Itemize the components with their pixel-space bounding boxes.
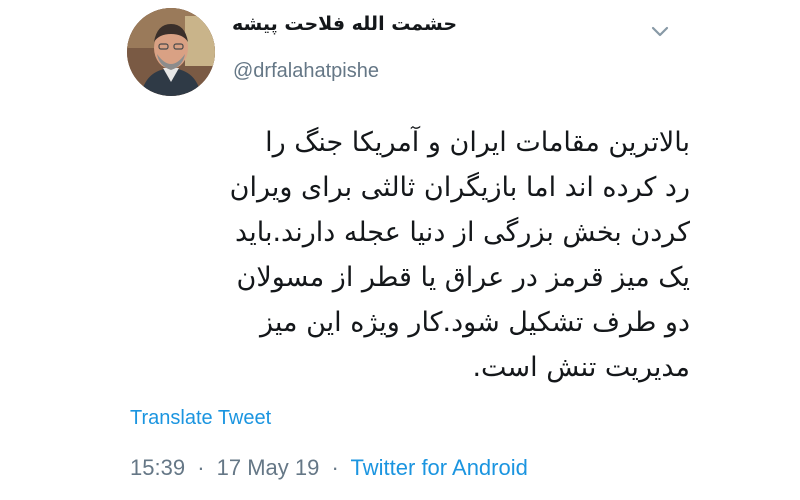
tweet-time[interactable]: 15:39 [130, 455, 185, 480]
meta-separator: · [197, 455, 205, 480]
tweet-text-line: بالاترین مقامات ایران و آمریکا جنگ را [265, 127, 690, 158]
avatar-photo [127, 8, 215, 96]
tweet-text-line: یک میز قرمز در عراق یا قطر از مسولان [236, 262, 691, 293]
chevron-down-icon[interactable] [648, 22, 672, 42]
author-display-name[interactable]: حشمت الله فلاحت پیشه [232, 13, 472, 35]
translate-tweet-link[interactable]: Translate Tweet [130, 407, 271, 430]
meta-separator: · [331, 455, 339, 480]
tweet-text: بالاترین مقامات ایران و آمریکا جنگ را رد… [130, 120, 690, 390]
tweet-text-line: کردن بخش بزرگی از دنیا عجله دارند.باید [235, 217, 690, 248]
tweet-date[interactable]: 17 May 19 [217, 455, 320, 480]
tweet-card: حشمت الله فلاحت پیشه @drfalahatpishe بال… [0, 0, 800, 500]
tweet-text-line: رد کرده اند اما بازیگران ثالثی برای ویرا… [229, 172, 690, 203]
tweet-metadata: 15:39 · 17 May 19 · Twitter for Android [130, 455, 528, 481]
tweet-text-line: دو طرف تشکیل شود.کار ویژه این میز [259, 307, 690, 338]
author-handle[interactable]: @drfalahatpishe [233, 60, 379, 83]
tweet-text-line: مدیریت تنش است. [472, 352, 690, 383]
tweet-source-link[interactable]: Twitter for Android [351, 455, 528, 480]
avatar[interactable] [127, 8, 215, 96]
